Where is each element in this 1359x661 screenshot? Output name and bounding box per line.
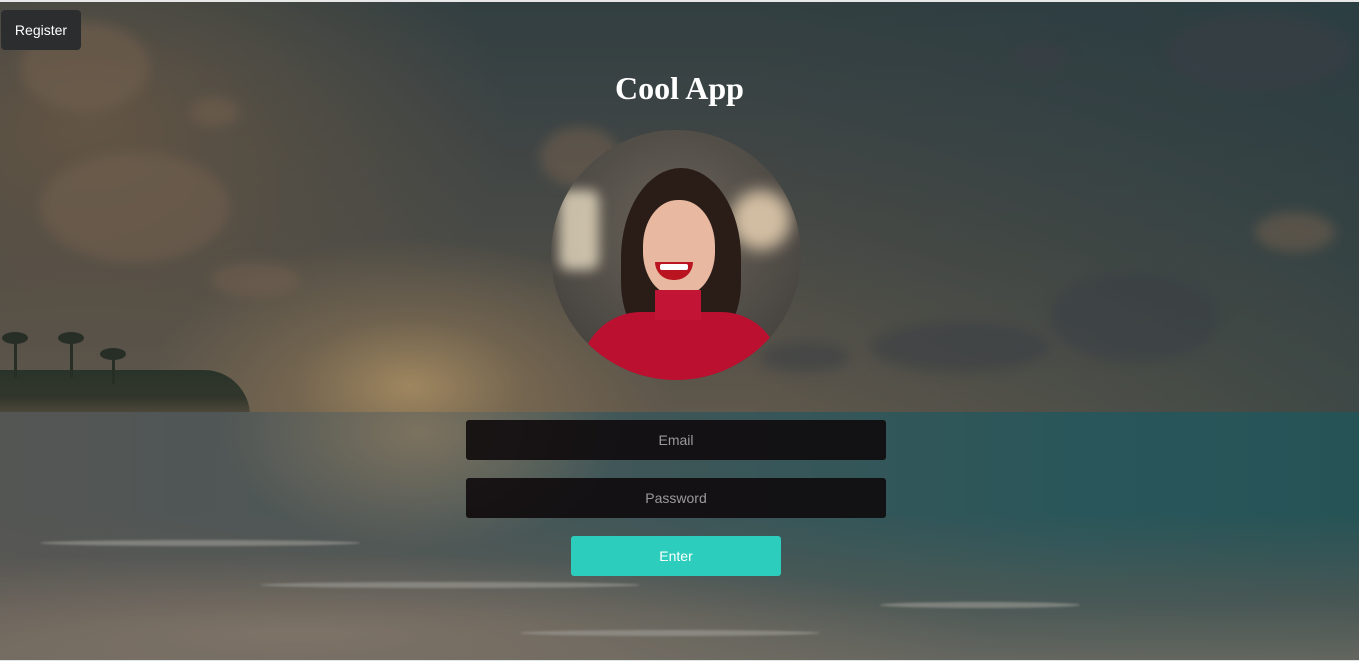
avatar-shirt (581, 312, 781, 380)
page-title: Cool App (615, 70, 744, 106)
avatar-collar (655, 290, 701, 320)
avatar-background-light (559, 190, 599, 270)
enter-button[interactable]: Enter (571, 536, 781, 576)
password-field[interactable] (466, 478, 886, 518)
email-field[interactable] (466, 420, 886, 460)
avatar-face (643, 200, 715, 296)
avatar (551, 130, 801, 380)
register-button[interactable]: Register (1, 10, 81, 50)
